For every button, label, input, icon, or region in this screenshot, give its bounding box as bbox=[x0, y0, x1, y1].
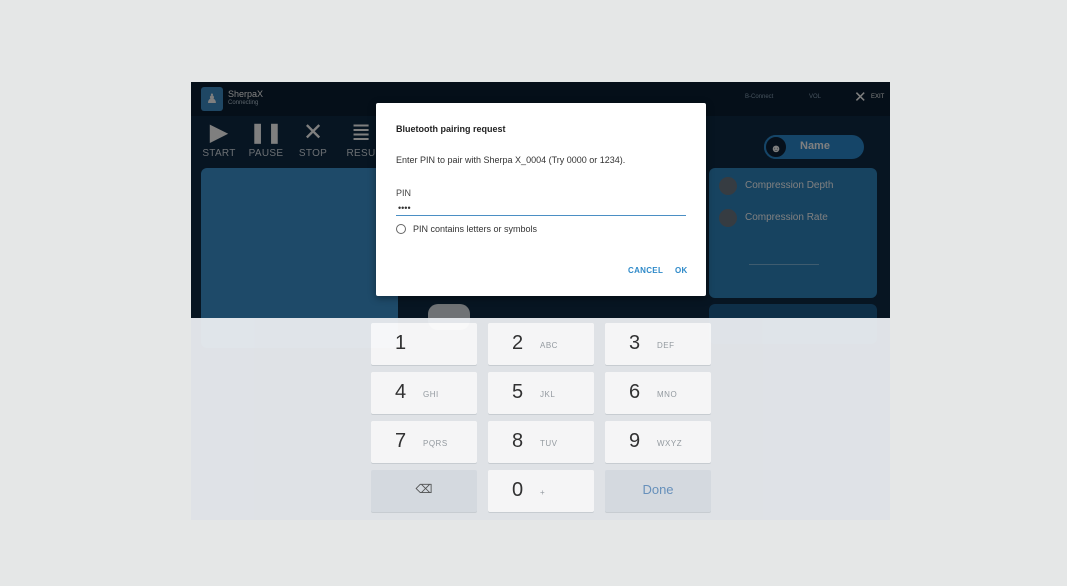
key-digit: 8 bbox=[512, 430, 524, 452]
key-digit: 0 bbox=[512, 479, 524, 501]
key-digit: 9 bbox=[629, 430, 641, 452]
key-digit: 2 bbox=[512, 332, 524, 354]
dialog-message: Enter PIN to pair with Sherpa X_0004 (Tr… bbox=[396, 155, 626, 165]
done-label: Done bbox=[642, 482, 674, 497]
key-letters: MNO bbox=[657, 390, 678, 399]
pin-label: PIN bbox=[396, 188, 412, 198]
numeric-keypad: 1 2 ABC 3 DEF 4 GHI 5 JKL 6 MNO 7 PQRS 8… bbox=[191, 318, 890, 520]
key-digit: 1 bbox=[395, 332, 407, 354]
key-letters: GHI bbox=[423, 390, 439, 399]
backspace-icon: ⌫ bbox=[415, 482, 433, 496]
key-2[interactable]: 2 ABC bbox=[488, 323, 594, 365]
key-3[interactable]: 3 DEF bbox=[605, 323, 711, 365]
key-digit: 5 bbox=[512, 381, 524, 403]
key-6[interactable]: 6 MNO bbox=[605, 372, 711, 414]
pin-input[interactable] bbox=[396, 200, 686, 216]
key-0[interactable]: 0 + bbox=[488, 470, 594, 512]
key-letters: + bbox=[540, 488, 546, 497]
cancel-button[interactable]: CANCEL bbox=[628, 266, 663, 275]
key-letters: DEF bbox=[657, 341, 675, 350]
done-key[interactable]: Done bbox=[605, 470, 711, 512]
letters-symbols-radio[interactable] bbox=[396, 224, 406, 234]
key-digit: 4 bbox=[395, 381, 407, 403]
key-digit: 7 bbox=[395, 430, 407, 452]
key-letters: ABC bbox=[540, 341, 558, 350]
key-1[interactable]: 1 bbox=[371, 323, 477, 365]
key-letters: WXYZ bbox=[657, 439, 683, 448]
key-letters: JKL bbox=[540, 390, 556, 399]
key-digit: 3 bbox=[629, 332, 641, 354]
key-digit: 6 bbox=[629, 381, 641, 403]
bluetooth-pairing-dialog: Bluetooth pairing request Enter PIN to p… bbox=[376, 103, 706, 296]
letters-symbols-label[interactable]: PIN contains letters or symbols bbox=[413, 224, 537, 234]
key-7[interactable]: 7 PQRS bbox=[371, 421, 477, 463]
ok-button[interactable]: OK bbox=[675, 266, 688, 275]
key-8[interactable]: 8 TUV bbox=[488, 421, 594, 463]
key-9[interactable]: 9 WXYZ bbox=[605, 421, 711, 463]
key-5[interactable]: 5 JKL bbox=[488, 372, 594, 414]
key-letters: TUV bbox=[540, 439, 558, 448]
key-4[interactable]: 4 GHI bbox=[371, 372, 477, 414]
dialog-title: Bluetooth pairing request bbox=[396, 124, 506, 134]
key-letters: PQRS bbox=[423, 439, 448, 448]
backspace-key[interactable]: ⌫ bbox=[371, 470, 477, 512]
